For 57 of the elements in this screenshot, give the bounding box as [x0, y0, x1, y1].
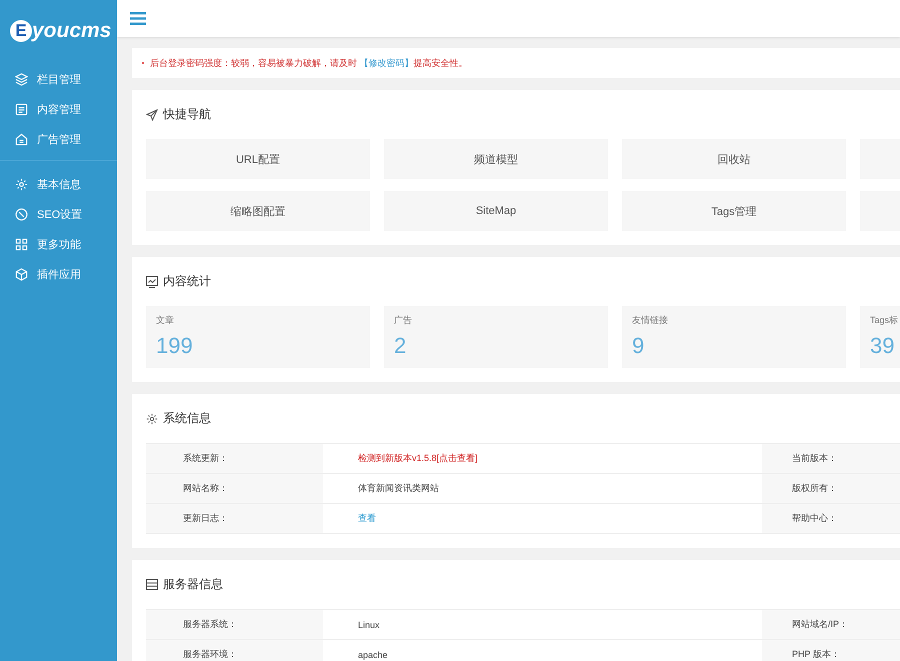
stat-value: 9 — [632, 333, 646, 359]
logo-mark: E — [10, 20, 32, 42]
quick-nav-tile[interactable]: SiteMap — [384, 191, 608, 231]
section-title: 内容统计 — [163, 273, 211, 290]
table-cell: 网站名称： — [146, 474, 323, 503]
table-cell: 网站域名/IP： — [762, 610, 900, 639]
layers-icon — [15, 72, 28, 86]
section-title: 服务器信息 — [163, 576, 223, 593]
document-icon — [15, 102, 28, 116]
server-icon — [146, 579, 158, 590]
section-title: 系统信息 — [163, 410, 211, 427]
quick-nav-tile[interactable]: 回收站 — [622, 139, 846, 179]
stat-label: 广告 — [394, 314, 413, 327]
grid-icon — [15, 238, 28, 250]
stat-label: Tags标 — [870, 314, 900, 327]
table-cell: 更新日志： — [146, 504, 323, 533]
quick-nav-tile[interactable]: URL配置 — [146, 139, 370, 179]
table-cell: 当前版本： — [762, 444, 900, 473]
table-cell: 服务器系统： — [146, 610, 323, 639]
sidebar-item[interactable]: 广告管理 — [0, 124, 117, 154]
view-link[interactable]: 查看 — [358, 512, 376, 525]
sidebar-item[interactable]: 内容管理 — [0, 94, 117, 124]
quick-nav-tile[interactable]: 缩略图配置 — [146, 191, 370, 231]
update-link[interactable]: 检测到新版本v1.5.8[点击查看] — [358, 452, 478, 465]
table-cell: 版权所有： — [762, 474, 900, 503]
quick-nav-tile[interactable]: Tags管理 — [622, 191, 846, 231]
table-cell: Linux — [358, 620, 380, 630]
settings-icon — [146, 412, 158, 424]
table-cell: 系统更新： — [146, 444, 323, 473]
logo-text: youcms — [32, 19, 112, 43]
stat-value: 39 — [870, 333, 896, 359]
stat-label: 友情链接 — [632, 314, 669, 327]
stat-label: 文章 — [156, 314, 175, 327]
sidebar-item[interactable]: 更多功能 — [0, 229, 117, 259]
table-cell: PHP 版本： — [762, 640, 900, 661]
sidebar-item[interactable]: 栏目管理 — [0, 64, 117, 94]
change-password-link[interactable]: 【修改密码】 — [360, 58, 414, 68]
password-warning-text: 后台登录密码强度：较弱，容易被暴力破解，请及时 【修改密码】提高安全性。 — [150, 56, 468, 70]
logo[interactable]: E youcms — [0, 0, 117, 62]
sidebar-item[interactable]: 基本信息 — [0, 169, 117, 199]
cube-icon — [15, 268, 28, 280]
table-cell: 服务器环境： — [146, 640, 323, 661]
section-title: 快捷导航 — [163, 106, 211, 123]
settings-icon — [15, 178, 28, 190]
house-icon — [15, 132, 28, 146]
chart-icon — [146, 276, 158, 288]
table-cell: 体育新闻资讯类网站 — [358, 482, 439, 495]
quick-nav-tile[interactable]: 频道模型 — [384, 139, 608, 179]
table-cell: apache — [358, 650, 388, 660]
menu-icon[interactable] — [130, 12, 146, 25]
stat-value: 199 — [156, 333, 194, 359]
stat-value: 2 — [394, 333, 408, 359]
send-icon — [146, 108, 158, 120]
circle-slash-icon — [15, 208, 28, 220]
sidebar-item[interactable]: 插件应用 — [0, 259, 117, 289]
table-cell: 帮助中心： — [762, 504, 900, 533]
sidebar-item[interactable]: SEO设置 — [0, 199, 117, 229]
